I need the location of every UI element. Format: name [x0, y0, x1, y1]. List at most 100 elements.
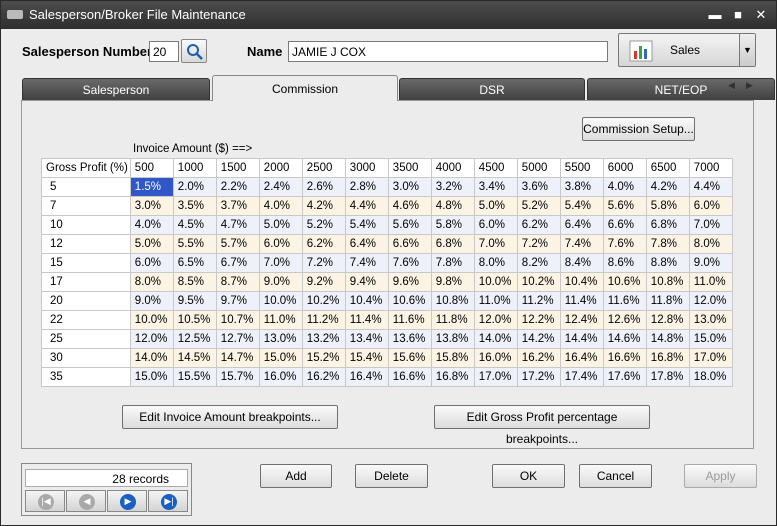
- prev-record-button[interactable]: ◀: [66, 490, 106, 512]
- commission-rate-cell[interactable]: 5.2%: [301, 215, 346, 235]
- commission-rate-cell[interactable]: 5.6%: [387, 215, 432, 235]
- commission-rate-cell[interactable]: 4.0%: [129, 215, 174, 235]
- commission-rate-cell[interactable]: 5.2%: [516, 196, 561, 216]
- commission-rate-cell[interactable]: 10.8%: [430, 291, 475, 311]
- commission-rate-cell[interactable]: 9.0%: [688, 253, 733, 273]
- commission-rate-cell[interactable]: 13.2%: [301, 329, 346, 349]
- commission-rate-cell[interactable]: 12.8%: [645, 310, 690, 330]
- tab-salesperson[interactable]: Salesperson: [22, 78, 210, 100]
- commission-rate-cell[interactable]: 9.5%: [172, 291, 217, 311]
- search-button[interactable]: [181, 39, 207, 63]
- commission-rate-cell[interactable]: 14.8%: [645, 329, 690, 349]
- commission-rate-cell[interactable]: 5.5%: [172, 234, 217, 254]
- commission-rate-cell[interactable]: 16.6%: [602, 348, 647, 368]
- commission-rate-cell[interactable]: 8.0%: [129, 272, 174, 292]
- commission-rate-cell[interactable]: 10.0%: [473, 272, 518, 292]
- commission-rate-cell[interactable]: 5.8%: [430, 215, 475, 235]
- commission-rate-cell[interactable]: 13.4%: [344, 329, 389, 349]
- commission-rate-cell[interactable]: 16.2%: [516, 348, 561, 368]
- maximize-button[interactable]: ■: [729, 6, 747, 24]
- commission-rate-cell[interactable]: 9.0%: [258, 272, 303, 292]
- tab-next-icon[interactable]: ▶: [746, 80, 753, 91]
- commission-rate-cell[interactable]: 8.2%: [516, 253, 561, 273]
- commission-rate-cell[interactable]: 11.0%: [688, 272, 733, 292]
- next-record-button[interactable]: ▶: [107, 490, 147, 512]
- commission-rate-cell[interactable]: 15.7%: [215, 367, 260, 387]
- commission-rate-cell[interactable]: 3.0%: [387, 177, 432, 197]
- commission-rate-cell[interactable]: 8.8%: [645, 253, 690, 273]
- commission-rate-cell[interactable]: 3.2%: [430, 177, 475, 197]
- edit-gross-profit-breakpoints-button[interactable]: Edit Gross Profit percentage breakpoints…: [434, 405, 650, 446]
- apply-button[interactable]: Apply: [684, 464, 757, 488]
- commission-rate-cell[interactable]: 6.0%: [473, 215, 518, 235]
- commission-rate-cell[interactable]: 5.6%: [602, 196, 647, 216]
- commission-rate-cell[interactable]: 12.4%: [559, 310, 604, 330]
- commission-rate-cell[interactable]: 5.7%: [215, 234, 260, 254]
- commission-rate-cell[interactable]: 12.0%: [129, 329, 174, 349]
- commission-rate-cell[interactable]: 10.6%: [387, 291, 432, 311]
- commission-rate-cell[interactable]: 17.0%: [473, 367, 518, 387]
- commission-rate-cell[interactable]: 7.6%: [387, 253, 432, 273]
- commission-rate-cell[interactable]: 4.2%: [645, 177, 690, 197]
- commission-rate-cell[interactable]: 9.0%: [129, 291, 174, 311]
- commission-rate-cell[interactable]: 14.0%: [473, 329, 518, 349]
- commission-rate-cell[interactable]: 2.8%: [344, 177, 389, 197]
- commission-rate-cell[interactable]: 5.0%: [129, 234, 174, 254]
- commission-rate-cell[interactable]: 15.2%: [301, 348, 346, 368]
- commission-rate-cell[interactable]: 10.4%: [559, 272, 604, 292]
- commission-rate-cell[interactable]: 4.7%: [215, 215, 260, 235]
- commission-rate-cell[interactable]: 6.0%: [258, 234, 303, 254]
- commission-rate-cell[interactable]: 6.4%: [344, 234, 389, 254]
- first-record-button[interactable]: |◀: [25, 490, 65, 512]
- name-input[interactable]: [288, 41, 608, 62]
- tab-prev-icon[interactable]: ◀: [728, 80, 735, 91]
- commission-rate-cell[interactable]: 12.0%: [473, 310, 518, 330]
- commission-rate-cell[interactable]: 11.6%: [602, 291, 647, 311]
- commission-rate-cell[interactable]: 4.6%: [387, 196, 432, 216]
- commission-rate-cell[interactable]: 7.0%: [258, 253, 303, 273]
- commission-rate-cell[interactable]: 11.2%: [516, 291, 561, 311]
- commission-rate-cell[interactable]: 4.4%: [688, 177, 733, 197]
- commission-rate-cell[interactable]: 10.4%: [344, 291, 389, 311]
- commission-rate-cell[interactable]: 6.5%: [172, 253, 217, 273]
- commission-rate-cell[interactable]: 14.5%: [172, 348, 217, 368]
- commission-rate-cell[interactable]: 7.6%: [602, 234, 647, 254]
- add-button[interactable]: Add: [260, 464, 332, 488]
- commission-rate-cell[interactable]: 16.4%: [344, 367, 389, 387]
- commission-rate-cell[interactable]: 6.8%: [645, 215, 690, 235]
- commission-grid[interactable]: Gross Profit (%) 500 1000 1500 2000 2500 3000…: [41, 158, 733, 387]
- commission-rate-cell[interactable]: 10.7%: [215, 310, 260, 330]
- commission-rate-cell[interactable]: 3.8%: [559, 177, 604, 197]
- commission-rate-cell[interactable]: 9.4%: [344, 272, 389, 292]
- commission-rate-cell[interactable]: 12.7%: [215, 329, 260, 349]
- commission-rate-cell[interactable]: 4.5%: [172, 215, 217, 235]
- tab-commission[interactable]: Commission: [212, 75, 398, 101]
- commission-rate-cell[interactable]: 8.0%: [688, 234, 733, 254]
- commission-rate-cell[interactable]: 5.0%: [258, 215, 303, 235]
- commission-rate-cell[interactable]: 7.4%: [344, 253, 389, 273]
- minimize-button[interactable]: ▬: [706, 6, 724, 24]
- commission-rate-cell[interactable]: 6.2%: [516, 215, 561, 235]
- commission-rate-cell[interactable]: 6.0%: [688, 196, 733, 216]
- commission-rate-cell[interactable]: 6.8%: [430, 234, 475, 254]
- commission-rate-cell[interactable]: 10.0%: [129, 310, 174, 330]
- commission-rate-cell[interactable]: 6.6%: [387, 234, 432, 254]
- commission-rate-cell[interactable]: 15.0%: [129, 367, 174, 387]
- commission-rate-cell[interactable]: 13.0%: [688, 310, 733, 330]
- commission-rate-cell[interactable]: 11.0%: [473, 291, 518, 311]
- commission-rate-cell[interactable]: 4.0%: [258, 196, 303, 216]
- commission-rate-cell[interactable]: 5.8%: [645, 196, 690, 216]
- commission-rate-cell[interactable]: 3.4%: [473, 177, 518, 197]
- commission-rate-cell[interactable]: 16.8%: [430, 367, 475, 387]
- sales-button[interactable]: Sales ▼: [618, 33, 756, 67]
- commission-rate-cell[interactable]: 15.5%: [172, 367, 217, 387]
- commission-rate-cell[interactable]: 3.6%: [516, 177, 561, 197]
- commission-rate-cell[interactable]: 7.2%: [301, 253, 346, 273]
- commission-rate-cell[interactable]: 6.0%: [129, 253, 174, 273]
- close-button[interactable]: ✕: [752, 6, 770, 24]
- edit-invoice-breakpoints-button[interactable]: Edit Invoice Amount breakpoints...: [122, 405, 338, 429]
- commission-rate-cell[interactable]: 10.8%: [645, 272, 690, 292]
- commission-rate-cell[interactable]: 10.5%: [172, 310, 217, 330]
- commission-rate-cell[interactable]: 14.7%: [215, 348, 260, 368]
- commission-rate-cell[interactable]: 7.2%: [516, 234, 561, 254]
